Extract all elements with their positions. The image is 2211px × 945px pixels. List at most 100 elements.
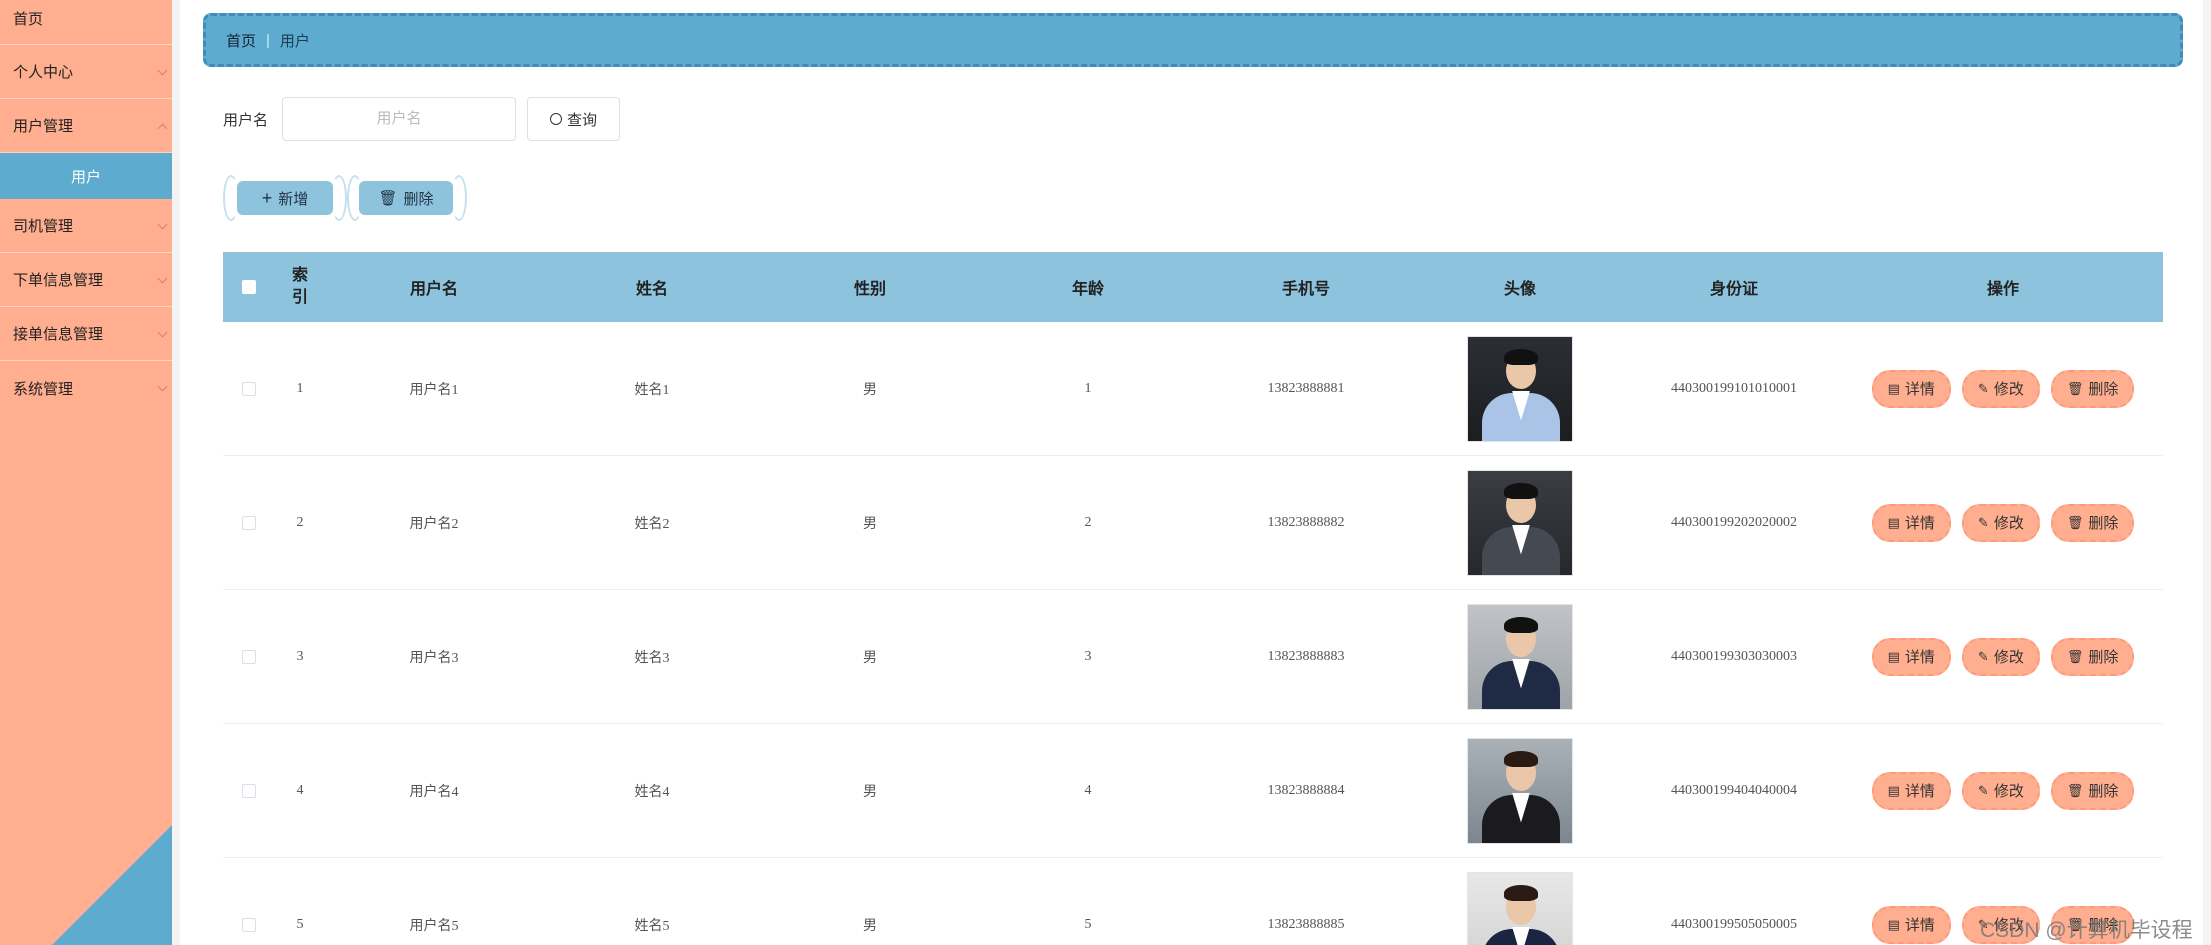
document-icon: ▤ [1887,380,1900,396]
sidebar-item-personal-center[interactable]: 个人中心 [0,45,172,99]
row-select-cell [223,515,275,530]
sidebar-item-label: 系统管理 [13,380,74,398]
detail-button[interactable]: ▤ 详情 [1871,369,1951,408]
column-header-username[interactable]: 用户名 [325,275,543,299]
sidebar: 首页 个人中心 用户管理 用户 司机管理 下单信息管理 接单信息管理 系统管理 [0,0,172,945]
cell-gender: 男 [863,382,877,398]
column-header-age[interactable]: 年龄 [979,275,1197,299]
cell-phone: 13823888885 [1267,916,1345,932]
delete-button[interactable]: 🗑 删除 [2050,503,2135,542]
cell-id-card: 440300199505050005 [1671,916,1797,932]
cell-actions: ▤ 详情 ✎ 修改 🗑 删除 [1843,771,2163,810]
detail-button[interactable]: ▤ 详情 [1871,905,1951,944]
batch-delete-button-label: 删除 [403,190,434,208]
table-header: 索 引 用户名 姓名 性别 年龄 手机号 头像 身份证 操作 [223,252,2163,322]
avatar[interactable] [1467,603,1573,710]
search-input[interactable]: 用户名 [282,97,517,141]
select-all-checkbox[interactable] [242,280,256,294]
column-header-index: 索 引 [291,267,308,306]
cell-avatar [1415,871,1625,945]
row-checkbox[interactable] [242,381,256,396]
document-icon: ▤ [1887,648,1900,664]
sidebar-item-label: 接单信息管理 [13,326,104,343]
pencil-icon: ✎ [1977,782,1989,798]
cell-phone: 13823888881 [1267,380,1345,396]
edit-button[interactable]: ✎ 修改 [1961,637,2040,676]
cell-age: 4 [1084,782,1092,798]
delete-button-label: 删除 [2088,783,2119,800]
avatar[interactable] [1467,737,1573,844]
breadcrumb: 首页 | 用户 [203,13,2183,67]
sidebar-item-home[interactable]: 首页 [0,0,172,45]
cell-id-card: 440300199303030003 [1671,648,1797,664]
edit-button[interactable]: ✎ 修改 [1961,369,2040,408]
edit-button[interactable]: ✎ 修改 [1961,503,2040,542]
cell-index: 2 [296,514,304,530]
add-button-label: 新增 [278,190,309,208]
content-right-border [2203,0,2211,945]
add-button[interactable]: + 新增 [237,181,333,215]
edit-button-label: 修改 [1993,783,2024,800]
sidebar-item-order-management[interactable]: 下单信息管理 [0,253,172,307]
column-header-gender[interactable]: 性别 [761,275,979,299]
row-checkbox[interactable] [242,515,256,530]
document-icon: ▤ [1887,514,1900,530]
search-button[interactable]: 查询 [527,97,621,141]
chevron-up-icon [157,123,168,133]
chevron-down-icon [157,219,168,229]
delete-button-label: 删除 [2088,649,2119,666]
avatar[interactable] [1467,469,1573,576]
sidebar-subitem-user[interactable]: 用户 [0,153,172,199]
edit-button-label: 修改 [1993,515,2024,532]
delete-button[interactable]: 🗑 删除 [2050,637,2135,676]
batch-delete-button[interactable]: 🗑 删除 [359,181,453,215]
sidebar-item-label: 首页 [13,11,44,28]
row-checkbox[interactable] [242,917,256,932]
sidebar-item-label: 下单信息管理 [13,272,104,289]
row-checkbox[interactable] [242,649,256,664]
column-header-phone[interactable]: 手机号 [1197,275,1415,299]
cell-avatar [1415,335,1625,442]
delete-button[interactable]: 🗑 删除 [2050,369,2135,408]
breadcrumb-home[interactable]: 首页 [226,30,256,51]
pencil-icon: ✎ [1977,380,1989,396]
table-row: 2 用户名2 姓名2 男 2 13823888882 4403001992020… [223,456,2163,590]
chevron-down-icon [157,273,168,283]
cell-id-card: 440300199101010001 [1671,380,1797,396]
cell-actions: ▤ 详情 ✎ 修改 🗑 删除 [1843,503,2163,542]
sidebar-item-accept-management[interactable]: 接单信息管理 [0,307,172,361]
detail-button[interactable]: ▤ 详情 [1871,771,1951,810]
edit-button-label: 修改 [1993,649,2024,666]
sidebar-item-driver-management[interactable]: 司机管理 [0,199,172,253]
detail-button[interactable]: ▤ 详情 [1871,637,1951,676]
detail-button-label: 详情 [1904,917,1935,934]
row-checkbox[interactable] [242,783,256,798]
column-header-avatar[interactable]: 头像 [1415,275,1625,299]
table-row: 4 用户名4 姓名4 男 4 13823888884 4403001994040… [223,724,2163,858]
pencil-icon: ✎ [1977,648,1989,664]
cell-gender: 男 [863,784,877,800]
avatar[interactable] [1467,871,1573,945]
cell-id-card: 440300199404040004 [1671,782,1797,798]
decoration [331,175,347,221]
edit-button[interactable]: ✎ 修改 [1961,771,2040,810]
search-button-label: 查询 [567,111,598,129]
delete-button[interactable]: 🗑 删除 [2050,771,2135,810]
sidebar-item-user-management[interactable]: 用户管理 [0,99,172,153]
trash-icon: 🗑 [2066,514,2084,530]
sidebar-item-system-management[interactable]: 系统管理 [0,361,172,415]
table-row: 5 用户名5 姓名5 男 5 13823888885 4403001995050… [223,858,2163,945]
avatar[interactable] [1467,335,1573,442]
column-header-name[interactable]: 姓名 [543,275,761,299]
search-bar: 用户名 用户名 查询 [223,97,621,141]
column-header-id-card[interactable]: 身份证 [1625,275,1843,299]
cell-avatar [1415,737,1625,844]
sidebar-corner-decoration [52,825,172,945]
detail-button[interactable]: ▤ 详情 [1871,503,1951,542]
trash-icon: 🗑 [2066,782,2084,798]
cell-id-card: 440300199202020002 [1671,514,1797,530]
cell-actions: ▤ 详情 ✎ 修改 🗑 删除 [1843,637,2163,676]
table-body: 1 用户名1 姓名1 男 1 13823888881 4403001991010… [223,322,2163,945]
trash-icon: 🗑 [2066,648,2084,664]
cell-username: 用户名4 [409,784,459,800]
